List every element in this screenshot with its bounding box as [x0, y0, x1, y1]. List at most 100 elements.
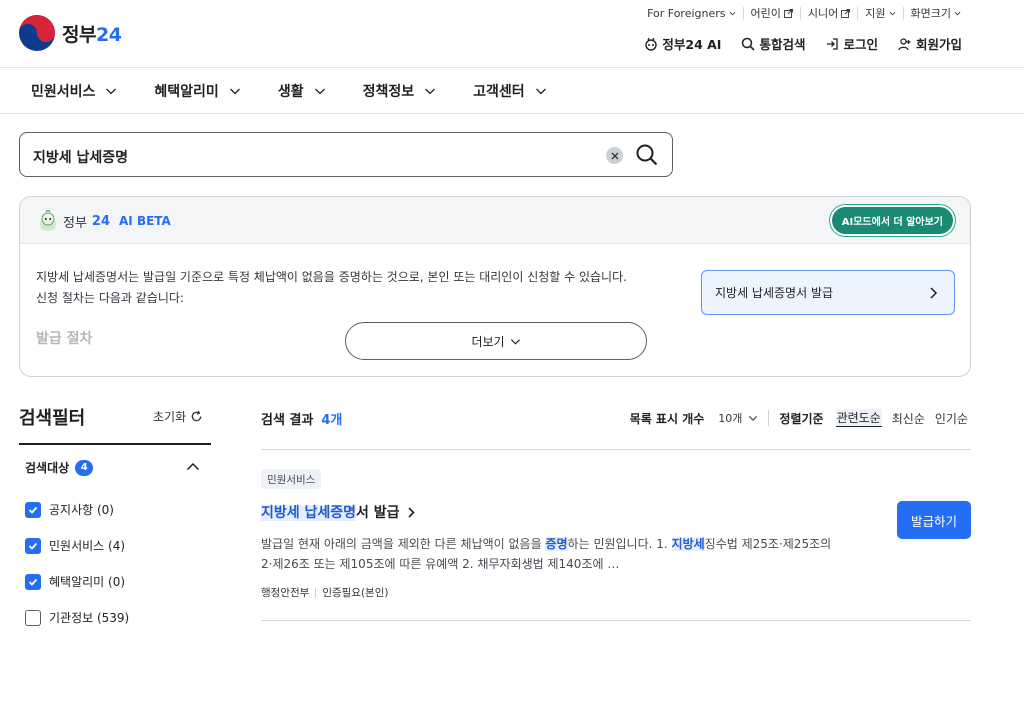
page-size-value: 10개	[718, 412, 743, 425]
search-box[interactable]: 지방세 납세증명	[19, 132, 673, 177]
results-divider	[261, 449, 971, 450]
filter-checkbox-benefits[interactable]: 혜택알리미 (0)	[25, 573, 125, 590]
filter-count-badge: 4	[75, 459, 94, 476]
more-label: 더보기	[471, 334, 505, 349]
ai-robot-icon	[645, 37, 658, 51]
filter-group-target[interactable]: 검색대상 4	[25, 459, 94, 476]
result-agency: 행정안전부	[261, 587, 310, 599]
gov24-ai-link[interactable]: 정부24 AI	[644, 34, 721, 53]
page-size-label: 목록 표시 개수	[629, 411, 705, 426]
site-header: 정부24 For Foreigners 어린이 시니어 지원 화면크기 정부24…	[0, 0, 1024, 68]
signup-link[interactable]: 회원가입	[898, 34, 962, 53]
checkbox-label: 기관정보 (539)	[49, 611, 130, 625]
result-description: 발급일 현재 아래의 금액을 제외한 다른 체납액이 없음을 증명하는 민원입니…	[261, 537, 832, 571]
logo-text: 정부24	[62, 23, 122, 46]
more-button[interactable]: 더보기	[345, 322, 647, 360]
refresh-icon	[191, 410, 202, 422]
chevron-down-icon	[425, 88, 436, 95]
chevron-down-icon	[889, 11, 895, 16]
chevron-down-icon	[106, 88, 117, 95]
ai-mascot-icon	[40, 210, 56, 231]
nav-civil-services[interactable]: 민원서비스	[31, 81, 117, 101]
checkbox-checked-icon[interactable]	[25, 537, 41, 554]
filter-group-label: 검색대상	[25, 461, 70, 475]
chevron-down-icon	[954, 11, 961, 16]
results-title-label: 검색 결과	[261, 413, 314, 428]
ai-answer-panel: 정부 24 AI BETA AI모드에서 더 알아보기 지방세 납세증명서는 발급일…	[19, 196, 971, 377]
results-controls: 목록 표시 개수 10개 정렬기준 관련도순 최신순 인기순	[630, 409, 968, 427]
meta-separator	[315, 587, 317, 598]
filter-checkbox-notice[interactable]: 공지사항 (0)	[25, 501, 114, 518]
chevron-down-icon	[749, 415, 758, 421]
nav-customer-center[interactable]: 고객센터	[473, 81, 547, 101]
checkbox-checked-icon[interactable]	[25, 501, 41, 518]
result-meta: 행정안전부 인증필요(본인)	[261, 585, 388, 600]
filter-reset-button[interactable]: 초기화	[153, 408, 203, 425]
chevron-up-icon[interactable]	[186, 461, 200, 473]
issue-button[interactable]: 발급하기	[897, 501, 971, 539]
sort-latest[interactable]: 최신순	[892, 410, 925, 427]
result-divider	[261, 620, 971, 621]
ai-answer-text: 지방세 납세증명서는 발급일 기준으로 특정 체납액이 없음을 증명하는 것으로…	[36, 267, 627, 309]
external-link-icon	[841, 9, 851, 18]
util-font-size[interactable]: 화면크기	[902, 7, 968, 20]
result-title-highlight: 지방세 납세증명	[261, 505, 357, 521]
ai-answer-line: 신청 절차는 다음과 같습니다:	[36, 291, 184, 305]
filter-title: 검색필터	[19, 408, 86, 429]
nav-policy[interactable]: 정책정보	[363, 81, 437, 101]
page-size-select[interactable]: 10개	[718, 410, 770, 426]
results-title: 검색 결과 4개	[261, 409, 342, 428]
sort-label: 정렬기준	[779, 411, 824, 426]
util-kids[interactable]: 어린이	[742, 7, 800, 20]
ai-issue-cta[interactable]: 지방세 납세증명서 발급	[701, 270, 955, 315]
chevron-down-icon	[314, 88, 325, 95]
utility-menu: For Foreigners 어린이 시니어 지원 화면크기	[640, 7, 968, 20]
ai-cta-label: 지방세 납세증명서 발급	[715, 286, 834, 300]
util-senior[interactable]: 시니어	[799, 7, 857, 20]
reset-label: 초기화	[153, 410, 187, 424]
sort-relevance[interactable]: 관련도순	[835, 409, 882, 427]
util-support[interactable]: 지원	[857, 7, 902, 20]
results-count: 4개	[321, 413, 343, 428]
nav-life[interactable]: 생활	[278, 81, 326, 101]
checkbox-label: 공지사항 (0)	[49, 503, 114, 517]
chevron-down-icon	[510, 338, 520, 345]
checkbox-label: 혜택알리미 (0)	[49, 575, 126, 589]
taegeuk-logo-icon	[19, 15, 55, 51]
login-link[interactable]: 로그인	[825, 34, 878, 53]
ai-panel-header: 정부 24 AI BETA AI모드에서 더 알아보기	[20, 197, 970, 244]
checkbox-unchecked-icon[interactable]	[25, 609, 41, 626]
search-icon	[742, 37, 756, 51]
chevron-right-icon	[407, 506, 415, 518]
logo[interactable]: 정부24	[18, 14, 122, 52]
search-submit-icon[interactable]	[635, 143, 659, 167]
result-auth: 인증필요(본인)	[322, 587, 389, 599]
filter-checkbox-civil[interactable]: 민원서비스 (4)	[25, 537, 125, 554]
integrated-search-link[interactable]: 통합검색	[741, 34, 805, 53]
ai-brand: 정부 24 AI BETA	[38, 210, 171, 232]
ai-answer-line: 지방세 납세증명서는 발급일 기준으로 특정 체납액이 없음을 증명하는 것으로…	[36, 270, 627, 284]
login-icon	[827, 37, 839, 50]
filter-checkbox-agency[interactable]: 기관정보 (539)	[25, 609, 129, 626]
chevron-down-icon	[729, 11, 735, 16]
header-main-links: 정부24 AI 통합검색 로그인 회원가입	[644, 34, 962, 53]
ai-mode-button[interactable]: AI모드에서 더 알아보기	[831, 207, 953, 234]
checkbox-label: 민원서비스 (4)	[49, 539, 126, 553]
ai-procedure-heading: 발급 절차	[36, 331, 93, 347]
external-link-icon	[783, 9, 793, 18]
sort-popular[interactable]: 인기순	[935, 410, 968, 427]
nav-benefits[interactable]: 혜택알리미	[154, 81, 240, 101]
global-nav: 민원서비스 혜택알리미 생활 정책정보 고객센터	[0, 69, 1024, 114]
user-plus-icon	[898, 37, 911, 50]
search-input[interactable]: 지방세 납세증명	[33, 147, 128, 167]
filter-divider	[19, 443, 211, 445]
chevron-down-icon	[535, 88, 546, 95]
chevron-down-icon	[229, 88, 240, 95]
result-title-link[interactable]: 지방세 납세증명서 발급	[261, 502, 416, 522]
chevron-right-icon	[930, 286, 938, 299]
util-foreigners[interactable]: For Foreigners	[640, 7, 742, 20]
checkbox-checked-icon[interactable]	[25, 573, 41, 590]
result-title-rest: 서 발급	[356, 505, 400, 521]
clear-search-icon[interactable]	[606, 147, 623, 164]
result-category-tag: 민원서비스	[261, 469, 322, 489]
